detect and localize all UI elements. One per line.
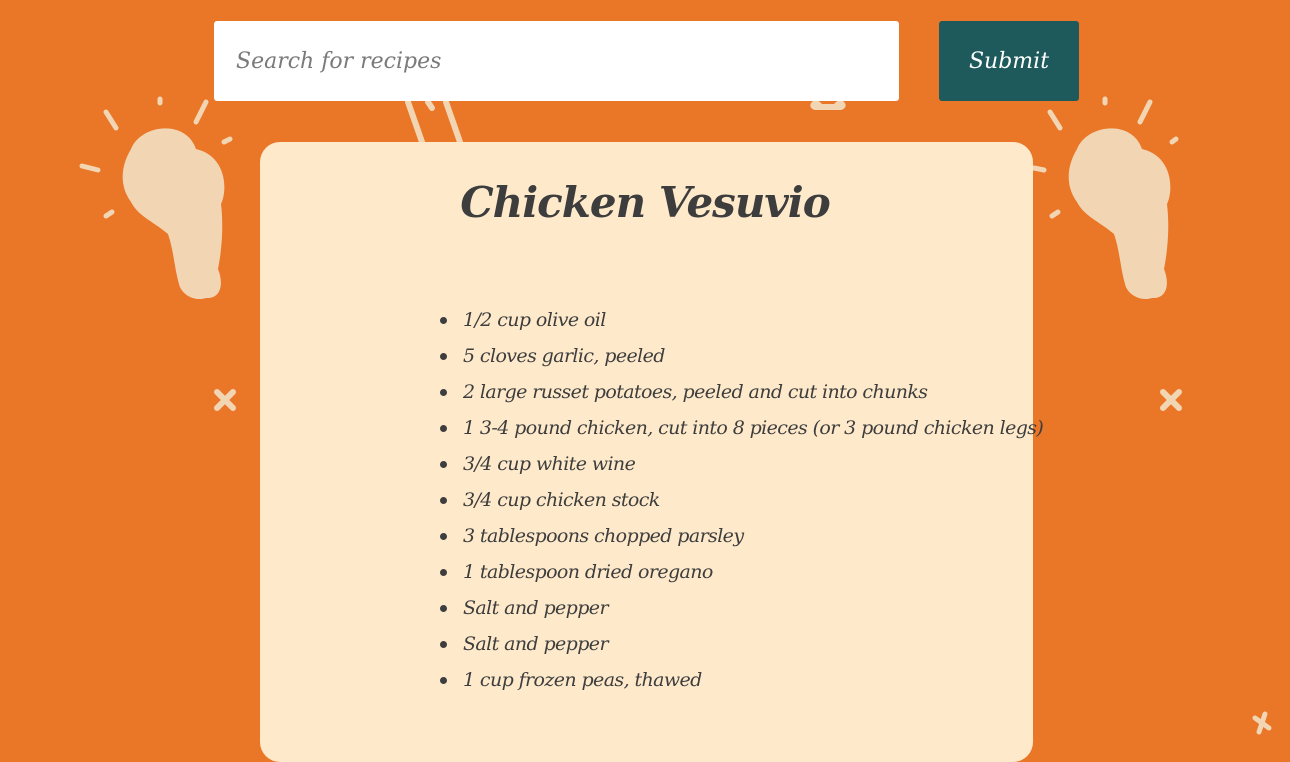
search-input[interactable]	[214, 21, 899, 101]
ingredient-item: Salt and pepper	[439, 626, 1043, 662]
submit-button[interactable]: Submit	[939, 21, 1079, 101]
ingredient-item: 1/2 cup olive oil	[439, 302, 1043, 338]
ingredient-item: 3/4 cup chicken stock	[439, 482, 1043, 518]
ingredient-item: 2 large russet potatoes, peeled and cut …	[439, 374, 1043, 410]
ingredient-item: 1 cup frozen peas, thawed	[439, 662, 1043, 698]
cross-icon	[214, 389, 236, 411]
cross-icon	[1252, 711, 1272, 735]
ingredient-item: 1 tablespoon dried oregano	[439, 554, 1043, 590]
ingredient-item: 5 cloves garlic, peeled	[439, 338, 1043, 374]
ingredient-item: Salt and pepper	[439, 590, 1043, 626]
ingredient-item: 3 tablespoons chopped parsley	[439, 518, 1043, 554]
ingredient-item: 1 3-4 pound chicken, cut into 8 pieces (…	[439, 410, 1044, 446]
utensil-deco-icon	[405, 99, 463, 145]
cross-icon	[1160, 389, 1182, 411]
ingredient-item: 3/4 cup white wine	[439, 446, 1043, 482]
ingredient-list: 1/2 cup olive oil 5 cloves garlic, peele…	[439, 302, 1044, 698]
recipe-title: Chicken Vesuvio	[460, 178, 830, 227]
